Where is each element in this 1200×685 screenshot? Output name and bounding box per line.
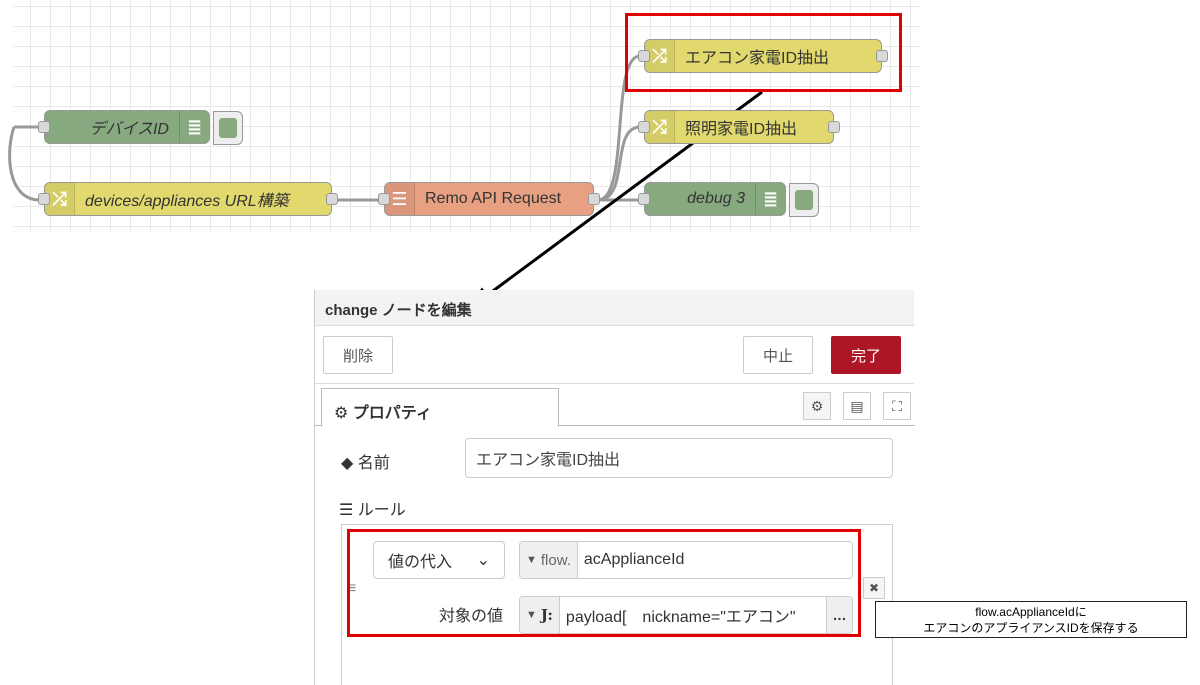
debug-toggle-button[interactable] [213,111,243,145]
name-label: 名前 [357,455,390,472]
input-port[interactable] [638,121,650,133]
toggle-square-icon [795,190,813,210]
tag-icon: ◆ [341,455,354,472]
remove-rule-icon[interactable]: ✖ [863,577,885,599]
input-port[interactable] [638,193,650,205]
input-port[interactable] [38,121,50,133]
node-url-build[interactable]: ⤮ devices/appliances URL構築 [38,182,338,216]
settings-tab-gear-icon[interactable]: ⚙ [803,392,831,420]
node-label: デバイスID [89,121,169,138]
output-port[interactable] [326,193,338,205]
delete-button[interactable]: 削除 [323,336,393,374]
node-device-id[interactable]: デバイスID ≣ [38,110,243,145]
output-port[interactable] [588,193,600,205]
debug-toggle-button[interactable] [789,183,819,217]
done-button[interactable]: 完了 [831,336,901,374]
name-input[interactable]: エアコン家電ID抽出 [465,438,893,478]
node-label: Remo API Request [425,190,562,207]
dialog-toolbar: 削除 中止 完了 [315,326,914,384]
callout-line-1: flow.acApplianceIdに [975,605,1087,619]
callout-line-2: エアコンのアプライアンスIDを保存する [923,621,1139,635]
node-light-extract[interactable]: ⤮ 照明家電ID抽出 [638,110,840,144]
tab-label: プロパティ [352,405,432,422]
highlight-box-ac-node [625,13,902,92]
rules-label: ルール [357,502,406,519]
list-icon: ≣ [179,111,209,143]
input-port[interactable] [378,193,390,205]
gear-icon: ⚙ [334,405,349,422]
annotation-callout: flow.acApplianceIdに エアコンのアプライアンスIDを保存する [875,601,1187,638]
node-label: debug 3 [687,190,745,207]
cancel-button[interactable]: 中止 [743,336,813,374]
name-label-row: ◆ 名前 [341,449,390,473]
node-label: devices/appliances URL構築 [85,193,289,210]
appearance-tab-frame-icon[interactable]: ⛶ [883,392,911,420]
output-port[interactable] [828,121,840,133]
tab-properties[interactable]: ⚙ プロパティ [321,388,559,427]
list-icon: ≣ [755,183,785,215]
dialog-tabs: ⚙ プロパティ ⚙ ▤ ⛶ [315,386,915,427]
input-port[interactable] [38,193,50,205]
rules-label-row: ☰ ルール [339,496,406,520]
node-label: 照明家電ID抽出 [685,121,798,138]
highlight-box-rule [347,529,861,637]
toggle-square-icon [219,118,237,138]
node-api-request[interactable]: ☰ Remo API Request [378,182,600,216]
description-tab-document-icon[interactable]: ▤ [843,392,871,420]
list-icon: ☰ [339,502,354,519]
dialog-title: change ノードを編集 [315,290,914,326]
node-debug3[interactable]: debug 3 ≣ [638,182,819,217]
